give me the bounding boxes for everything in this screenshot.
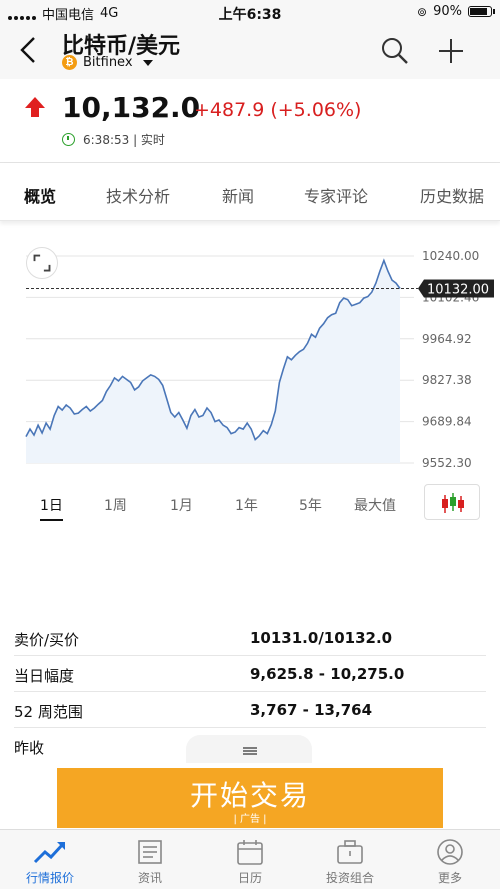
tab-bar: 概览 技术分析 新闻 专家评论 历史数据 bbox=[0, 163, 500, 221]
range-selector: 1日 1周 1月 1年 5年 最大值 bbox=[0, 484, 500, 526]
range-1w[interactable]: 1周 bbox=[104, 495, 127, 515]
y-tick-label: 9964.92 bbox=[422, 332, 472, 346]
stat-label: 卖价/买价 bbox=[14, 631, 80, 649]
current-price: 10,132.0 bbox=[62, 91, 201, 124]
table-row: 当日幅度 9,625.8 - 10,275.0 bbox=[14, 656, 486, 692]
quote-time-row: 6:38:53 | 实时 bbox=[62, 131, 165, 148]
nav-more[interactable]: 更多 bbox=[400, 838, 500, 886]
chart-icon bbox=[33, 842, 65, 864]
expand-icon[interactable] bbox=[26, 247, 58, 279]
range-1d[interactable]: 1日 bbox=[40, 495, 63, 521]
tab-technical[interactable]: 技术分析 bbox=[106, 183, 170, 207]
exchange-selector[interactable]: ₿ Bitfinex bbox=[62, 55, 153, 70]
up-arrow-icon bbox=[25, 97, 45, 117]
tab-overview[interactable]: 概览 bbox=[24, 183, 56, 207]
y-tick-label: 9689.84 bbox=[422, 415, 472, 429]
nav-portfolio[interactable]: 投资组合 bbox=[300, 838, 400, 886]
nav-label: 日历 bbox=[237, 871, 262, 885]
header: 比特币/美元 ₿ Bitfinex bbox=[0, 24, 500, 79]
candlestick-icon bbox=[442, 493, 464, 513]
y-tick-label: 10240.00 bbox=[422, 249, 479, 263]
nav-label: 行情报价 bbox=[25, 871, 74, 885]
tab-history[interactable]: 历史数据 bbox=[420, 183, 484, 207]
nav-label: 更多 bbox=[437, 871, 462, 885]
ad-title: 开始交易 bbox=[189, 779, 310, 812]
stat-value: 9,625.8 - 10,275.0 bbox=[250, 665, 405, 683]
price-chart[interactable]: 10240.0010102.469964.929827.389689.84955… bbox=[0, 230, 500, 480]
news-icon bbox=[138, 840, 162, 864]
battery-percent: 90% bbox=[433, 4, 462, 19]
search-icon[interactable] bbox=[380, 36, 410, 66]
ad-banner[interactable]: 开始交易 | 广告 | bbox=[57, 768, 443, 828]
profile-icon bbox=[437, 839, 463, 865]
bitcoin-icon: ₿ bbox=[62, 55, 77, 70]
table-row: 卖价/买价 10131.0/10132.0 bbox=[14, 620, 486, 656]
quote-time: 6:38:53 | 实时 bbox=[83, 133, 165, 147]
exchange-name: Bitfinex bbox=[83, 55, 133, 70]
nav-quotes[interactable]: 行情报价 bbox=[0, 838, 100, 886]
status-bar: 中国电信 4G 上午6:38 ⊚ 90% bbox=[0, 0, 500, 24]
briefcase-icon bbox=[337, 840, 363, 864]
candlestick-toggle[interactable] bbox=[424, 484, 480, 520]
range-max[interactable]: 最大值 bbox=[354, 495, 396, 515]
nav-calendar[interactable]: 日历 bbox=[200, 838, 300, 886]
tab-news[interactable]: 新闻 bbox=[222, 183, 254, 207]
bottom-nav: 行情报价 资讯 日历 投资组合 更多 bbox=[0, 829, 500, 889]
nav-news[interactable]: 资讯 bbox=[100, 838, 200, 886]
range-1y[interactable]: 1年 bbox=[235, 495, 258, 515]
stat-value: 10131.0/10132.0 bbox=[250, 629, 393, 647]
battery-icon bbox=[468, 6, 495, 17]
clock-icon bbox=[62, 133, 75, 146]
current-value-pointer bbox=[418, 279, 424, 298]
y-tick-label: 9827.38 bbox=[422, 373, 472, 387]
nav-label: 资讯 bbox=[137, 871, 162, 885]
nav-label: 投资组合 bbox=[325, 871, 374, 885]
chart-svg: 10240.0010102.469964.929827.389689.84955… bbox=[25, 249, 494, 470]
table-row: 52 周范围 3,767 - 13,764 bbox=[14, 692, 486, 728]
range-5y[interactable]: 5年 bbox=[299, 495, 322, 515]
y-tick-label: 9552.30 bbox=[422, 456, 472, 470]
quote-panel: 10,132.0 +487.9 (+5.06%) 6:38:53 | 实时 bbox=[0, 79, 500, 163]
menu-handle-icon bbox=[243, 747, 257, 755]
stat-label: 当日幅度 bbox=[14, 667, 75, 685]
back-icon[interactable] bbox=[14, 32, 44, 68]
calendar-icon bbox=[237, 840, 263, 865]
tab-analysis[interactable]: 专家评论 bbox=[304, 183, 368, 207]
stat-value: 3,767 - 13,764 bbox=[250, 701, 372, 719]
stat-label: 昨收 bbox=[14, 739, 45, 757]
ad-tag: | 广告 | bbox=[233, 814, 267, 825]
price-change: +487.9 (+5.06%) bbox=[194, 99, 362, 121]
current-value-label: 10132.00 bbox=[427, 283, 489, 298]
series-area bbox=[26, 260, 400, 463]
stat-label: 52 周范围 bbox=[14, 703, 83, 721]
add-icon[interactable] bbox=[436, 36, 466, 66]
range-1m[interactable]: 1月 bbox=[170, 495, 193, 515]
caret-down-icon bbox=[142, 59, 153, 66]
rotation-lock-icon: ⊚ bbox=[417, 4, 428, 19]
